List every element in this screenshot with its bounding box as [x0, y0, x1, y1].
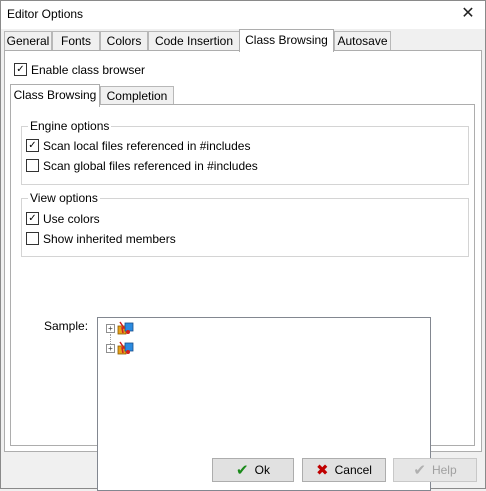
checkbox-label: Scan global files referenced in #include… — [43, 159, 258, 173]
ok-button[interactable]: ✔ Ok — [212, 458, 294, 482]
scan-local-files-checkbox[interactable]: ✓ Scan local files referenced in #include… — [26, 139, 250, 155]
expand-icon[interactable]: + — [106, 324, 115, 333]
title-bar: Editor Options ✕ — [1, 1, 485, 29]
checkbox-box: ✓ — [26, 212, 39, 226]
tab-general[interactable]: General — [4, 31, 52, 50]
show-inherited-members-checkbox[interactable]: Show inherited members — [26, 232, 176, 248]
ok-label: Ok — [254, 463, 270, 477]
inner-tab-completion[interactable]: Completion — [100, 86, 174, 105]
checkbox-box: ✓ — [26, 139, 39, 153]
view-options-group: View options ✓ Use colors Show inherited … — [21, 191, 469, 257]
expand-icon[interactable]: + — [106, 344, 115, 353]
checkbox-box — [26, 159, 39, 173]
editor-options-window: Editor Options ✕ General Fonts Colors Co… — [0, 0, 486, 491]
check-icon: ✔ — [236, 461, 249, 479]
class-browsing-panel: ✓ Enable class browser Class Browsing Com… — [4, 50, 482, 491]
check-icon: ✔ — [413, 461, 426, 479]
help-button[interactable]: ✔ Help — [393, 458, 477, 482]
checkbox-label: Show inherited members — [43, 232, 176, 246]
checkbox-label: Scan local files referenced in #includes — [43, 139, 251, 153]
checkbox-label: Use colors — [43, 212, 100, 226]
x-icon: ✖ — [316, 461, 329, 479]
enable-class-browser-checkbox[interactable]: ✓ Enable class browser — [14, 63, 145, 79]
sample-label: Sample: — [44, 319, 89, 333]
tab-colors[interactable]: Colors — [100, 31, 148, 50]
cancel-label: Cancel — [334, 463, 372, 477]
class-icon — [117, 321, 134, 335]
inner-tab-class-browsing[interactable]: Class Browsing — [10, 84, 100, 107]
class-browsing-inner-panel: Engine options ✓ Scan local files referen… — [10, 104, 475, 491]
use-colors-checkbox[interactable]: ✓ Use colors — [26, 212, 100, 228]
scan-global-files-checkbox[interactable]: Scan global files referenced in #include… — [26, 159, 258, 175]
checkbox-label: Enable class browser — [31, 63, 146, 77]
help-label: Help — [431, 463, 457, 477]
close-button[interactable]: ✕ — [451, 1, 485, 29]
checkbox-box: ✓ — [14, 63, 27, 77]
tab-code-insertion[interactable]: Code Insertion — [148, 31, 240, 50]
group-title: View options — [28, 191, 100, 205]
class-icon — [117, 341, 134, 355]
cancel-button[interactable]: ✖ Cancel — [302, 458, 386, 482]
group-title: Engine options — [28, 119, 112, 133]
window-title: Editor Options — [7, 7, 84, 21]
engine-options-group: Engine options ✓ Scan local files referen… — [21, 119, 469, 185]
tab-fonts[interactable]: Fonts — [52, 31, 100, 50]
checkbox-box — [26, 232, 39, 246]
tab-class-browsing[interactable]: Class Browsing — [239, 29, 334, 52]
tab-autosave[interactable]: Autosave — [334, 31, 391, 50]
